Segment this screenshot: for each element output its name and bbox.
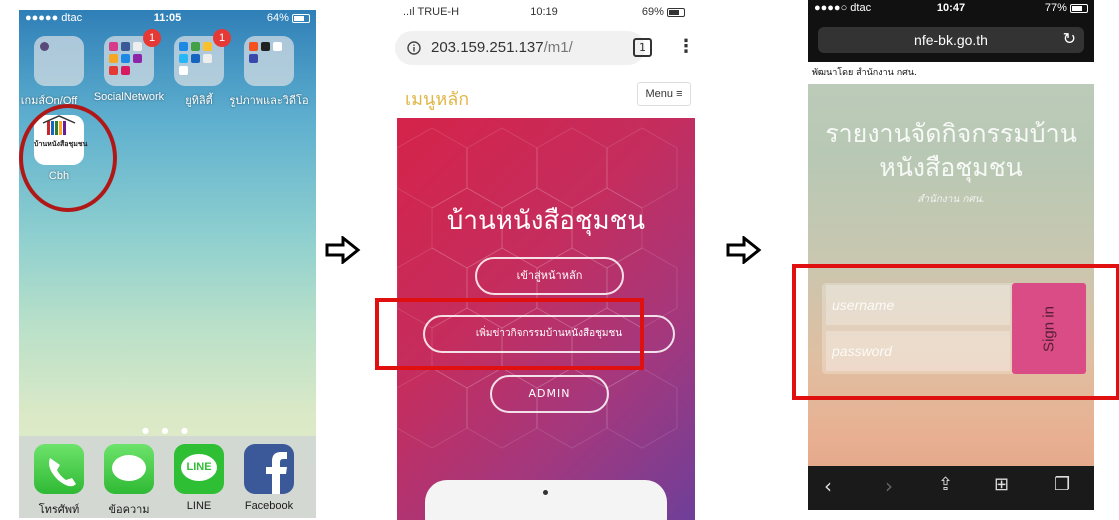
status-bar: ●●●●○ dtac 10:47 77% [808,0,1094,18]
photos-videos-folder-label: รูปภาพและวิดีโอ [229,95,309,107]
app-icon [179,54,188,63]
app-icon [121,54,130,63]
messages-app-icon[interactable] [104,444,154,494]
bookmarks-icon[interactable]: ⊞ [994,474,1009,495]
hero-title: บ้านหนังสือชุมชน [446,206,646,236]
battery-indicator: 69% [642,6,685,18]
back-icon[interactable]: ‹ [824,474,832,498]
dock: โทรศัพท์ ข้อความ LINE LINE Facebook [19,436,316,518]
arrow-right-icon [325,236,361,264]
app-icon [261,42,270,51]
highlight-box [792,264,1119,400]
page-title: รายงานจัดกิจกรรมบ้าน หนังสือชุมชน [808,117,1094,185]
facebook-app-icon[interactable] [244,444,294,494]
instagram-icon [109,42,118,51]
bottom-card [425,480,667,520]
tab-switcher-button[interactable]: 1 [633,38,652,57]
phone-app-label: โทรศัพท์ [38,504,80,516]
menu-title: เมนูหลัก [405,89,470,110]
address-bar[interactable]: nfe-bk.go.th ↻ [818,27,1084,53]
site-menu-bar: เมนูหลัก Menu ≡ [397,72,695,118]
page-title-line1: รายงานจัดกิจกรรมบ้าน [825,119,1077,148]
safari-header: ●●●●○ dtac 10:47 77% nfe-bk.go.th ↻ [808,0,1094,62]
battery-icon [1070,3,1088,13]
message-bubble-icon [112,455,146,481]
battery-indicator: 77% [1045,2,1088,14]
line-app-icon[interactable]: LINE [174,444,224,494]
highlight-box [375,298,644,370]
games-folder[interactable] [34,36,84,86]
url-path: /m1/ [543,39,573,56]
app-icon [273,42,282,51]
developed-by-label: พัฒนาโดย สำนักงาน กศน. [808,62,1094,84]
app-icon [191,54,200,63]
line-logo: LINE [181,454,217,481]
app-icon [203,54,212,63]
messages-app-label: ข้อความ [108,504,150,516]
menu-toggle-button[interactable]: Menu ≡ [637,82,691,106]
line-app-label: LINE [186,500,212,512]
ios-home-screen: ●●●●● dtac 11:05 64% เกมส์On/Off 1 Socia… [19,10,316,518]
safari-toolbar: ‹ › ⇪ ⊞ ❐ [808,466,1094,510]
battery-indicator: 64% [267,12,310,24]
photos-videos-folder[interactable] [244,36,294,86]
battery-icon [667,7,685,17]
forward-icon: › [885,474,893,498]
page-title-line2: หนังสือชุมชน [879,153,1023,182]
game-app-icon [40,42,49,51]
app-icon [121,66,130,75]
page-subtitle: สำนักงาน กศน. [917,194,985,205]
tabs-icon[interactable]: ❐ [1054,474,1070,495]
facebook-app-label: Facebook [244,500,294,512]
address-bar[interactable]: 203.159.251.137/m1/ [395,31,645,65]
page-indicator: ● ● ● [141,426,194,435]
info-icon [407,41,421,55]
app-icon [191,42,200,51]
social-network-folder-label: SocialNetwork [93,91,165,103]
url-host: 203.159.251.137 [431,39,544,56]
app-icon [249,42,258,51]
url-text: nfe-bk.go.th [914,32,988,48]
home-link-button[interactable]: เข้าสู่หน้าหลัก [475,257,624,295]
utilities-folder[interactable]: 1 [174,29,231,86]
reload-icon[interactable]: ↻ [1063,27,1076,53]
utilities-folder-label: ยูทิลิตี้ [185,95,213,107]
battery-percent: 69% [641,6,664,18]
mobile-browser-screen: ..ıl TRUE-H 10:19 69% 203.159.251.137/m1… [367,0,721,520]
app-icon [179,42,188,51]
notification-badge: 1 [143,29,161,47]
page-dot [543,490,548,495]
facebook-f-icon [266,452,287,494]
highlight-circle [19,104,117,212]
notification-badge: 1 [213,29,231,47]
phone-app-icon[interactable] [34,444,84,494]
messenger-icon [121,42,130,51]
arrow-right-icon [726,236,762,264]
battery-percent: 64% [266,12,289,24]
more-menu-icon[interactable]: ⋮ [677,36,695,57]
share-icon[interactable]: ⇪ [938,474,953,495]
social-network-folder[interactable]: 1 [104,29,161,86]
google-icon [133,42,142,51]
app-icon [109,54,118,63]
app-icon [133,54,142,63]
app-icon [203,42,212,51]
status-bar: ..ıl TRUE-H 10:19 69% [397,0,691,22]
battery-percent: 77% [1044,2,1067,14]
status-bar: ●●●●● dtac 11:05 64% [19,10,316,28]
youtube-icon [109,66,118,75]
battery-icon [292,13,310,23]
phone-icon [49,458,76,487]
app-icon [249,54,258,63]
gmail-icon [179,66,188,75]
safari-login-screen: ●●●●○ dtac 10:47 77% nfe-bk.go.th ↻ พัฒน… [808,0,1094,510]
url-text: 203.159.251.137/m1/ [431,39,573,56]
admin-button[interactable]: ADMIN [490,375,609,413]
